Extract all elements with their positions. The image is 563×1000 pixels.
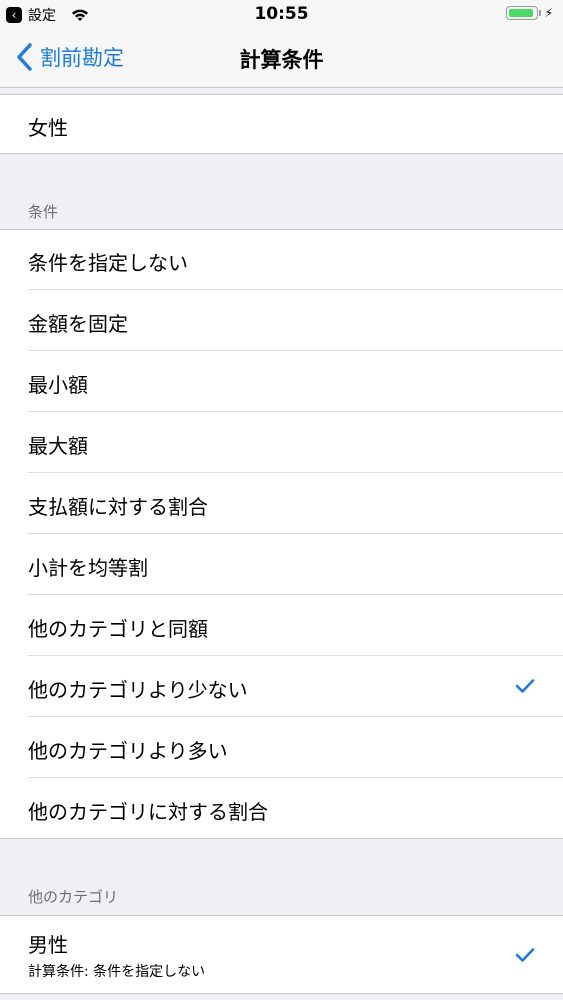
page-title: 計算条件 xyxy=(239,48,324,72)
battery-icon xyxy=(505,6,538,20)
condition-option-label: 最大額 xyxy=(28,434,88,458)
condition-option[interactable]: 小計を均等割 xyxy=(0,534,563,595)
condition-option[interactable]: 他のカテゴリより多い xyxy=(0,717,563,778)
charging-icon: ⚡ xyxy=(544,6,553,20)
condition-option[interactable]: 金額を固定 xyxy=(0,290,563,351)
condition-option-label: 条件を指定しない xyxy=(28,251,188,275)
checkmark-icon xyxy=(515,679,535,693)
condition-option-label: 最小額 xyxy=(28,373,88,397)
status-time: 10:55 xyxy=(254,4,309,24)
condition-option[interactable]: 条件を指定しない xyxy=(0,229,563,290)
condition-option[interactable]: 他のカテゴリと同額 xyxy=(0,595,563,656)
condition-option[interactable]: 他のカテゴリに対する割合 xyxy=(0,778,563,839)
cell-label: 男性 xyxy=(28,933,68,957)
other-category-cell-male[interactable]: 男性 計算条件: 条件を指定しない xyxy=(0,915,563,994)
condition-option[interactable]: 他のカテゴリより少ない xyxy=(0,656,563,717)
condition-option-label: 他のカテゴリに対する割合 xyxy=(28,800,268,824)
section-header-conditions: 条件 xyxy=(28,203,59,221)
condition-option[interactable]: 最大額 xyxy=(0,412,563,473)
section-header-other-category: 他のカテゴリ xyxy=(28,888,119,906)
condition-option-label: 小計を均等割 xyxy=(28,556,148,580)
checkmark-icon xyxy=(515,948,535,962)
condition-option-label: 金額を固定 xyxy=(28,312,128,336)
condition-option-label: 他のカテゴリより多い xyxy=(28,739,228,763)
condition-option-label: 支払額に対する割合 xyxy=(28,495,208,519)
condition-option[interactable]: 支払額に対する割合 xyxy=(0,473,563,534)
battery-indicator: ⚡ xyxy=(505,6,553,20)
status-bar: ‹ 設定 10:55 ⚡ xyxy=(0,0,563,30)
condition-option-label: 他のカテゴリより少ない xyxy=(28,678,248,702)
cell-subtitle: 計算条件: 条件を指定しない xyxy=(28,964,206,980)
cell-label: 女性 xyxy=(28,116,68,140)
category-cell-female[interactable]: 女性 xyxy=(0,94,563,154)
condition-option-label: 他のカテゴリと同額 xyxy=(28,617,208,641)
condition-option[interactable]: 最小額 xyxy=(0,351,563,412)
navigation-bar: 割前勘定 計算条件 xyxy=(0,30,563,88)
